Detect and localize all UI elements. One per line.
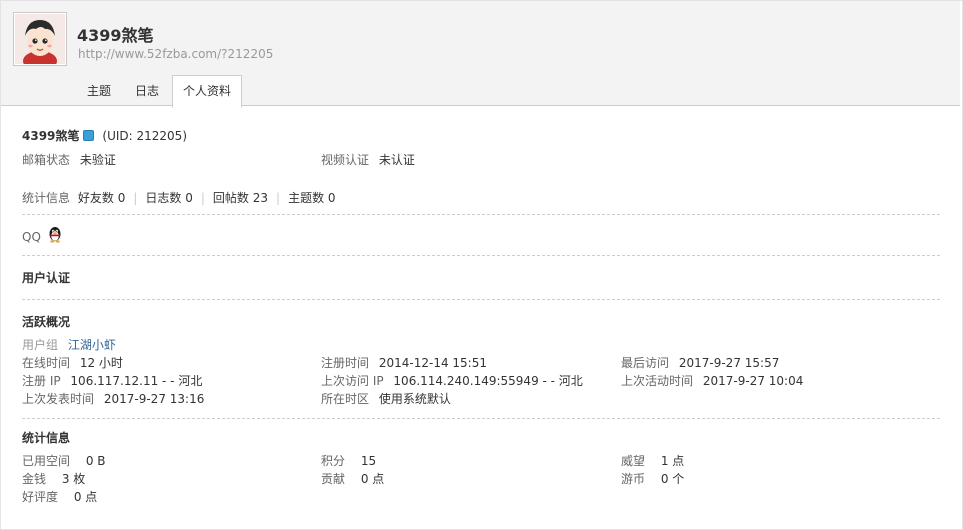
online-time-value: 12 小时 [79, 356, 123, 370]
credits: 积分 15 [321, 452, 376, 469]
profile-name: 4399煞笔 [22, 129, 80, 143]
last-ip: 上次访问 IP 106.114.240.149:55949 - - 河北 [321, 372, 583, 389]
timezone: 所在时区 使用系统默认 [321, 390, 451, 407]
money: 金钱 3 枚 [22, 470, 85, 487]
divider [22, 299, 940, 300]
game-coins-value: 0 个 [660, 472, 685, 486]
last-ip-value: 106.114.240.149:55949 - - 河北 [393, 374, 583, 388]
timezone-label: 所在时区 [321, 392, 370, 406]
money-value: 3 枚 [61, 472, 86, 486]
user-group-link[interactable]: 江湖小虾 [62, 338, 116, 352]
game-coins-label: 游币 [621, 472, 646, 486]
section-activity: 活跃概况 [22, 315, 71, 329]
blogs-value: 0 [185, 191, 193, 205]
email-status: 邮箱状态 未验证 [22, 151, 116, 168]
game-coins: 游币 0 个 [621, 470, 684, 487]
money-label: 金钱 [22, 472, 47, 486]
last-active-label: 上次活动时间 [621, 374, 694, 388]
credits-label: 积分 [321, 454, 346, 468]
threads-value: 0 [327, 191, 336, 205]
separator: | [133, 191, 138, 205]
register-ip-value: 106.117.12.11 - - 河北 [70, 374, 203, 388]
last-active-value: 2017-9-27 10:04 [702, 374, 804, 388]
used-space: 已用空间 0 B [22, 452, 106, 469]
avatar-image [15, 14, 65, 64]
timezone-value: 使用系统默认 [378, 392, 451, 406]
replies-label: 回帖数 [212, 191, 249, 205]
profile-username: 4399煞笔 [77, 26, 154, 45]
rating: 好评度 0 点 [22, 488, 97, 505]
contribution: 贡献 0 点 [321, 470, 384, 487]
rating-value: 0 点 [73, 490, 98, 504]
divider [22, 214, 940, 215]
used-space-label: 已用空间 [22, 454, 71, 468]
separator: | [276, 191, 281, 205]
last-visit: 最后访问 2017-9-27 15:57 [621, 354, 779, 371]
qq-label: QQ [22, 230, 41, 244]
divider [22, 255, 940, 256]
last-active: 上次活动时间 2017-9-27 10:04 [621, 372, 803, 389]
tab-threads[interactable]: 主题 [77, 75, 121, 105]
video-status-label: 视频认证 [321, 153, 370, 167]
last-post: 上次发表时间 2017-9-27 13:16 [22, 390, 204, 407]
credits-value: 15 [360, 454, 377, 468]
online-status-icon [83, 130, 95, 141]
profile-title-row: 4399煞笔 (UID: 212205) [22, 127, 187, 144]
qq-row: QQ [22, 230, 41, 244]
section-user-auth: 用户认证 [22, 271, 71, 285]
prestige-label: 威望 [621, 454, 646, 468]
avatar[interactable] [13, 12, 67, 66]
profile-uid: (UID: 212205) [102, 129, 187, 143]
video-status-value: 未认证 [378, 153, 415, 167]
tab-profile-info[interactable]: 个人资料 [172, 75, 242, 108]
prestige-value: 1 点 [660, 454, 685, 468]
online-time-label: 在线时间 [22, 356, 71, 370]
prestige: 威望 1 点 [621, 452, 684, 469]
profile-header: 4399煞笔 http://www.52fzba.com/?212205 主题 … [1, 1, 960, 108]
register-time: 注册时间 2014-12-14 15:51 [321, 354, 487, 371]
qq-penguin-icon[interactable] [47, 225, 63, 246]
threads-count-link[interactable]: 主题数 0 [288, 191, 335, 205]
register-ip-label: 注册 IP [22, 374, 61, 388]
replies-value: 23 [252, 191, 269, 205]
rating-label: 好评度 [22, 490, 59, 504]
last-post-label: 上次发表时间 [22, 392, 95, 406]
register-ip: 注册 IP 106.117.12.11 - - 河北 [22, 372, 202, 389]
last-post-value: 2017-9-27 13:16 [103, 392, 205, 406]
last-visit-value: 2017-9-27 15:57 [678, 356, 780, 370]
register-time-label: 注册时间 [321, 356, 370, 370]
friends-label: 好友数 [77, 191, 114, 205]
blogs-count-link[interactable]: 日志数 0 [145, 191, 192, 205]
register-time-value: 2014-12-14 15:51 [378, 356, 487, 370]
tab-blog[interactable]: 日志 [125, 75, 169, 105]
contribution-label: 贡献 [321, 472, 346, 486]
separator: | [200, 191, 205, 205]
friends-count-link[interactable]: 好友数 0 [74, 191, 125, 205]
used-space-value: 0 B [85, 454, 106, 468]
divider [22, 418, 940, 419]
email-status-label: 邮箱状态 [22, 153, 71, 167]
user-group-label: 用户组 [22, 338, 59, 352]
replies-count-link[interactable]: 回帖数 23 [213, 191, 268, 205]
user-group: 用户组 江湖小虾 [22, 336, 116, 353]
video-status: 视频认证 未认证 [321, 151, 415, 168]
email-status-value: 未验证 [79, 153, 116, 167]
contribution-value: 0 点 [360, 472, 385, 486]
section-statistics: 统计信息 [22, 431, 71, 445]
last-ip-label: 上次访问 IP [321, 374, 384, 388]
blogs-label: 日志数 [145, 191, 182, 205]
online-time: 在线时间 12 小时 [22, 354, 123, 371]
profile-url[interactable]: http://www.52fzba.com/?212205 [78, 47, 273, 61]
stats-line: 统计信息 好友数 0 | 日志数 0 | 回帖数 23 | 主题数 0 [22, 189, 336, 206]
last-visit-label: 最后访问 [621, 356, 670, 370]
stats-line-label: 统计信息 [22, 191, 71, 205]
threads-label: 主题数 [288, 191, 325, 205]
